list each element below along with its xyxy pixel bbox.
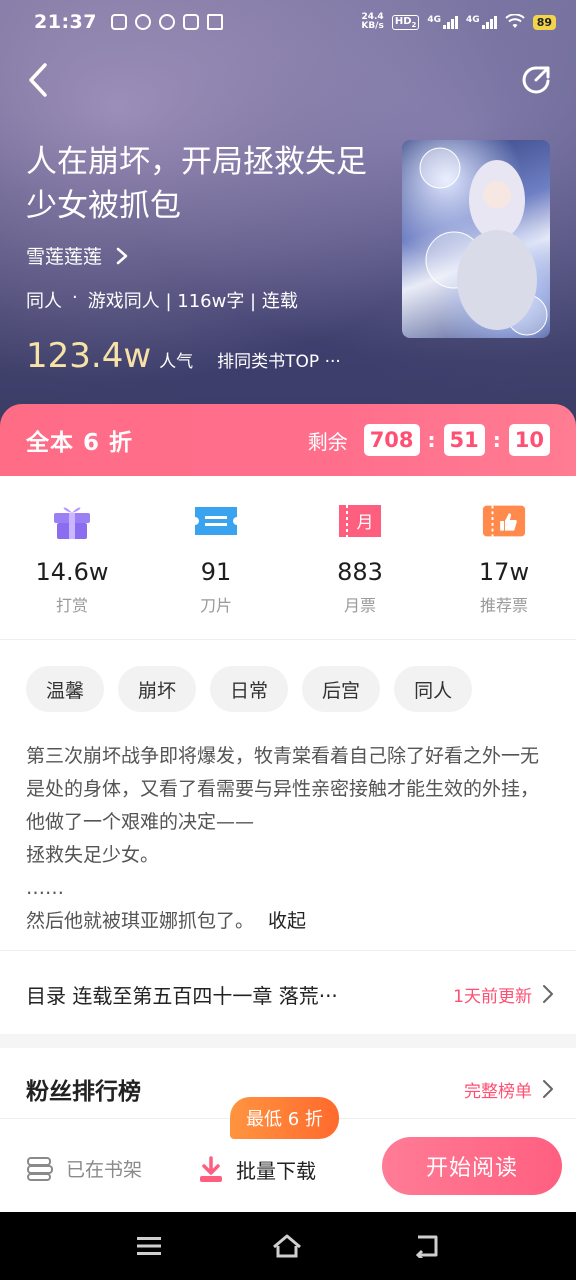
hd-sub: 2 <box>411 20 417 29</box>
download-label: 批量下载 <box>236 1159 316 1183</box>
stat-recommend[interactable]: 17w 推荐票 <box>432 476 576 639</box>
net-speed: 24.4 KB/s <box>361 13 383 31</box>
meta-category: 同人 <box>26 291 62 312</box>
divider <box>0 950 576 951</box>
countdown-label: 剩余 <box>307 429 348 454</box>
catalog-row[interactable]: 目录 连载至第五百四十一章 落荒··· 1天前更新 <box>26 974 554 1014</box>
share-button[interactable] <box>516 60 556 100</box>
catalog-title: 目录 连载至第五百四十一章 落荒··· <box>26 983 338 1008</box>
tag-list: 温馨 崩坏 日常 后宫 同人 <box>26 666 473 712</box>
start-reading-button[interactable]: 开始阅读 <box>382 1137 562 1195</box>
gift-icon <box>49 498 95 544</box>
collapse-button[interactable]: 收起 <box>268 910 306 932</box>
battery-indicator: 89 <box>532 14 556 30</box>
hd-badge: HD2 <box>391 14 420 30</box>
countdown-colon: : <box>492 428 501 452</box>
system-nav-bar <box>0 1212 576 1280</box>
signal-label: 4G <box>466 15 480 25</box>
countdown-seconds: 10 <box>508 424 550 456</box>
rank-link[interactable]: 排同类书TOP ··· <box>217 347 341 372</box>
download-icon <box>200 1155 222 1182</box>
stat-value: 883 <box>337 558 383 586</box>
stat-blade[interactable]: 91 刀片 <box>144 476 288 639</box>
recommend-ticket-icon <box>481 498 527 544</box>
fans-ranking-title: 粉丝排行榜 <box>26 1079 141 1105</box>
countdown-minutes: 51 <box>443 424 485 456</box>
popularity-value: 123.4w <box>26 336 152 376</box>
tag-chip[interactable]: 同人 <box>394 666 473 712</box>
app-notification-icon <box>134 14 151 30</box>
full-ranking-link[interactable]: 完整榜单 <box>464 1077 532 1102</box>
author-name: 雪莲莲莲 <box>26 246 103 268</box>
tag-chip[interactable]: 日常 <box>210 666 289 712</box>
on-shelf-button[interactable]: 已在书架 <box>26 1155 142 1182</box>
popularity-unit: 人气 <box>159 352 194 372</box>
stat-value: 17w <box>478 558 530 586</box>
stat-label: 月票 <box>343 596 376 615</box>
tag-chip[interactable]: 温馨 <box>26 666 105 712</box>
stat-monthly[interactable]: 月 883 月票 <box>288 476 432 639</box>
net-speed-unit: KB/s <box>361 21 384 31</box>
bookshelf-icon <box>27 1156 53 1181</box>
stats-row: 14.6w 打赏 91 刀片 月 883 月票 17w 推荐票 <box>0 476 576 640</box>
stat-label: 打赏 <box>55 596 88 615</box>
notification-icons <box>110 14 223 30</box>
back-button[interactable] <box>18 60 58 100</box>
share-icon <box>522 66 550 94</box>
cover-illustration <box>419 147 548 336</box>
description-text: 第三次崩坏战争即将爆发，牧青棠看着自己除了好看之外一无是处的身体，又看了看需要与… <box>26 745 540 932</box>
back-nav-icon[interactable] <box>412 1234 440 1258</box>
app-notification-icon <box>110 14 127 30</box>
stat-value: 91 <box>200 558 232 586</box>
book-cover[interactable] <box>402 140 550 338</box>
svg-text:月: 月 <box>357 513 374 533</box>
app-notification-icon <box>158 14 175 30</box>
tag-chip[interactable]: 后宫 <box>302 666 381 712</box>
shelf-label: 已在书架 <box>66 1159 143 1181</box>
blade-ticket-icon <box>193 498 239 544</box>
stat-reward[interactable]: 14.6w 打赏 <box>0 476 144 639</box>
countdown: 剩余 708 : 51 : 10 <box>308 424 550 456</box>
chevron-right-icon <box>116 247 128 264</box>
author-link[interactable]: 雪莲莲莲 <box>26 242 128 269</box>
status-time: 21:37 <box>34 11 97 33</box>
book-title: 人在崩坏，开局拯救失足少女被抓包 <box>26 144 367 224</box>
signal-icon: 4G <box>427 15 459 29</box>
batch-download-button[interactable]: 批量下载 <box>198 1155 316 1184</box>
discount-promo-badge: 最低 6 折 <box>230 1097 339 1139</box>
meta-separator: · <box>72 287 78 308</box>
status-right: 24.4 KB/s HD2 4G 4G 89 <box>361 13 556 31</box>
countdown-hours: 708 <box>363 424 420 456</box>
monthly-ticket-icon: 月 <box>337 498 383 544</box>
alipay-icon <box>182 14 199 30</box>
section-gap <box>0 1034 576 1048</box>
countdown-colon: : <box>427 428 436 452</box>
stat-label: 推荐票 <box>479 596 528 615</box>
discount-banner[interactable]: 全本 6 折 剩余 708 : 51 : 10 <box>0 404 576 476</box>
menu-icon[interactable] <box>136 1235 162 1257</box>
tag-chip[interactable]: 崩坏 <box>118 666 197 712</box>
chevron-right-icon <box>543 985 553 1003</box>
stat-value: 14.6w <box>35 558 109 586</box>
home-icon[interactable] <box>272 1233 302 1259</box>
book-meta: 同人 · 游戏同人 | 116w字 | 连载 <box>26 287 298 313</box>
status-bar: 21:37 24.4 KB/s HD2 4G 4G 89 <box>0 0 576 44</box>
bottom-action-bar: 已在书架 批量下载 最低 6 折 开始阅读 <box>0 1097 576 1212</box>
popularity-row: 123.4w 人气 排同类书TOP ··· <box>26 336 341 376</box>
update-time: 1天前更新 <box>453 986 532 1007</box>
meta-details: 游戏同人 | 116w字 | 连载 <box>87 291 298 312</box>
gift-notification-icon <box>206 14 223 30</box>
book-description: 第三次崩坏战争即将爆发，牧青棠看着自己除了好看之外一无是处的身体，又看了看需要与… <box>26 740 556 938</box>
discount-label: 全本 6 折 <box>26 430 134 456</box>
stat-label: 刀片 <box>199 596 232 615</box>
wifi-icon <box>504 14 525 28</box>
signal-label: 4G <box>427 15 442 25</box>
hd-label: HD <box>394 15 412 27</box>
chevron-right-icon <box>543 1080 553 1098</box>
signal-icon: 4G <box>466 15 497 29</box>
chevron-left-icon <box>29 63 47 97</box>
